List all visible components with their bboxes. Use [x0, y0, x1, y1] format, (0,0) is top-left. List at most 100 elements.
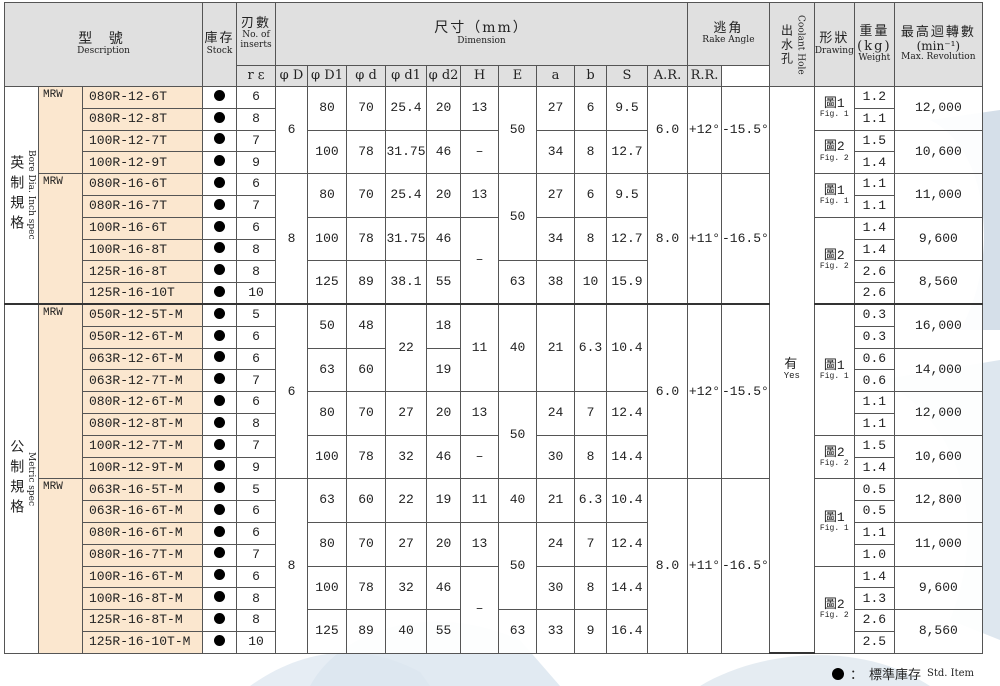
weight-cell: 1.2 [853, 86, 895, 109]
a-cell: 6 [574, 173, 607, 218]
RR-cell: -15.5° [721, 303, 770, 480]
inserts-cell: 8 [236, 107, 276, 131]
S-cell: 8.0 [647, 478, 688, 654]
weight-cell: 0.3 [853, 303, 895, 327]
b-cell: 12.4 [606, 391, 648, 436]
stock-dot [202, 434, 237, 458]
RR-cell: -15.5° [721, 85, 770, 175]
D-cell: 100 [307, 565, 347, 611]
H-cell: 40 [498, 478, 537, 523]
stock-dot [202, 391, 237, 414]
D-cell: 125 [307, 260, 347, 306]
max-rev-cell: 12,000 [893, 391, 983, 436]
header-rake-angle: 逃角 Rake Angle [687, 2, 770, 66]
stock-dot [202, 587, 237, 611]
b-cell: 12.4 [606, 521, 648, 567]
d-cell: 27 [385, 521, 427, 567]
a-cell: 6.3 [574, 478, 607, 523]
weight-cell: 0.6 [853, 347, 895, 371]
S-cell: 6.0 [647, 303, 688, 480]
d2-cell: – [460, 434, 499, 480]
a-cell: 7 [574, 521, 607, 567]
d1-cell: 46 [426, 434, 461, 480]
H-cell: 40 [498, 303, 537, 393]
E-cell: 34 [536, 129, 575, 175]
weight-cell: 1.0 [853, 543, 895, 567]
d2-cell: 13 [460, 521, 499, 567]
stock-dot [202, 521, 237, 545]
d2-cell: 13 [460, 86, 499, 131]
S-cell: 6.0 [647, 85, 688, 175]
stock-dot [202, 565, 237, 589]
model-cell: 125R-16-8T-M [82, 609, 203, 632]
E-cell: 24 [536, 391, 575, 436]
inserts-cell: 8 [236, 260, 276, 284]
header-col-RR: R.R. [687, 65, 722, 87]
d-cell: 25.4 [385, 173, 427, 218]
prefix-label: MRW [38, 303, 83, 480]
weight-cell: 1.4 [853, 456, 895, 480]
header-stock: 庫存 Stock [202, 2, 237, 87]
H-cell: 50 [498, 173, 537, 262]
header-col-d1: φ d1 [385, 65, 427, 87]
max-rev-cell: 9,600 [893, 216, 983, 262]
header-col-S: S [606, 65, 648, 87]
model-cell: 100R-16-6T-M [82, 565, 203, 589]
b-cell: 14.4 [606, 565, 648, 611]
re-cell: 6 [275, 85, 308, 175]
stock-dot [202, 412, 237, 436]
stock-dot [202, 194, 237, 218]
header-model: 型 號 Description [4, 2, 203, 87]
a-cell: 6.3 [574, 303, 607, 393]
inserts-cell: 9 [236, 151, 276, 175]
E-cell: 30 [536, 565, 575, 611]
a-cell: 8 [574, 434, 607, 480]
header-col-D: φ D [275, 65, 308, 87]
b-cell: 16.4 [606, 609, 648, 654]
model-cell: 100R-12-9T [82, 151, 203, 175]
stock-dot [202, 303, 237, 327]
inserts-cell: 6 [236, 521, 276, 545]
D1-cell: 70 [346, 86, 386, 131]
coolant-cell: 有 Yes [768, 86, 815, 655]
re-cell: 8 [275, 478, 308, 654]
spec-table: 型 號 Description 庫存 Stock 刃數 No. of inserts … [4, 2, 983, 655]
weight-cell: 0.5 [853, 500, 895, 523]
a-cell: 8 [574, 565, 607, 611]
header-col-re: r ε [236, 65, 276, 87]
stock-dot [202, 107, 237, 131]
a-cell: 7 [574, 391, 607, 436]
header-col-a: a [536, 65, 575, 87]
D-cell: 63 [307, 478, 347, 523]
prefix-label: MRW [38, 173, 83, 306]
inserts-cell: 8 [236, 238, 276, 262]
D-cell: 80 [307, 173, 347, 218]
model-cell: 080R-12-6T [82, 86, 203, 109]
AR-cell: +12° [687, 303, 722, 480]
inserts-cell: 10 [236, 282, 276, 306]
D-cell: 80 [307, 521, 347, 567]
re-cell: 8 [275, 173, 308, 306]
b-cell: 12.7 [606, 216, 648, 262]
d-cell: 40 [385, 609, 427, 654]
stock-dot [202, 456, 237, 480]
max-rev-cell: 16,000 [893, 303, 983, 349]
inserts-cell: 5 [236, 478, 276, 502]
D1-cell: 60 [346, 347, 386, 393]
E-cell: 21 [536, 478, 575, 523]
E-cell: 27 [536, 173, 575, 218]
weight-cell: 1.1 [853, 194, 895, 218]
D1-cell: 70 [346, 391, 386, 436]
weight-cell: 0.5 [853, 478, 895, 502]
weight-cell: 1.5 [853, 434, 895, 458]
weight-cell: 1.4 [853, 565, 895, 589]
D1-cell: 78 [346, 129, 386, 175]
model-cell: 080R-16-7T-M [82, 543, 203, 567]
model-cell: 080R-12-8T [82, 107, 203, 131]
stock-dot [202, 543, 237, 567]
model-cell: 063R-12-6T-M [82, 347, 203, 371]
header-col-d2: φ d2 [426, 65, 461, 87]
a-cell: 10 [574, 260, 607, 306]
fig-cell: 圖1 Fig. 1 [813, 86, 855, 131]
model-cell: 100R-16-6T [82, 216, 203, 240]
